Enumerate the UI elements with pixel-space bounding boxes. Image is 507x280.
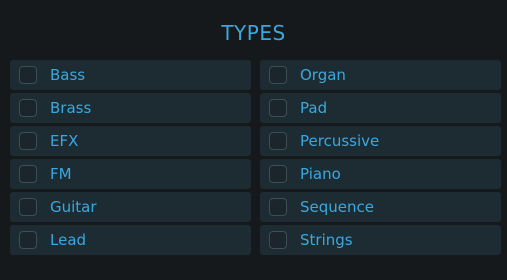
- type-item-brass[interactable]: Brass: [10, 93, 251, 123]
- checkbox[interactable]: [269, 99, 287, 117]
- type-label: Percussive: [300, 132, 380, 150]
- type-label: Bass: [50, 66, 86, 84]
- type-item-sequence[interactable]: Sequence: [260, 192, 501, 222]
- type-item-organ[interactable]: Organ: [260, 60, 501, 90]
- checkbox[interactable]: [19, 66, 37, 84]
- type-label: Piano: [300, 165, 341, 183]
- type-label: Organ: [300, 66, 346, 84]
- type-item-fm[interactable]: FM: [10, 159, 251, 189]
- type-label: Strings: [300, 231, 353, 249]
- types-grid: Bass Organ Brass Pad EFX Percussive FM P…: [10, 60, 501, 255]
- checkbox[interactable]: [269, 198, 287, 216]
- type-label: Guitar: [50, 198, 97, 216]
- types-panel: TYPES Bass Organ Brass Pad EFX Percussiv…: [0, 0, 507, 280]
- type-label: Brass: [50, 99, 92, 117]
- type-label: Sequence: [300, 198, 374, 216]
- type-item-bass[interactable]: Bass: [10, 60, 251, 90]
- checkbox[interactable]: [269, 165, 287, 183]
- checkbox[interactable]: [269, 132, 287, 150]
- checkbox[interactable]: [19, 198, 37, 216]
- type-item-lead[interactable]: Lead: [10, 225, 251, 255]
- type-item-strings[interactable]: Strings: [260, 225, 501, 255]
- checkbox[interactable]: [19, 99, 37, 117]
- checkbox[interactable]: [19, 165, 37, 183]
- type-label: EFX: [50, 132, 79, 150]
- type-item-guitar[interactable]: Guitar: [10, 192, 251, 222]
- type-label: FM: [50, 165, 72, 183]
- type-item-pad[interactable]: Pad: [260, 93, 501, 123]
- type-item-percussive[interactable]: Percussive: [260, 126, 501, 156]
- type-label: Lead: [50, 231, 87, 249]
- checkbox[interactable]: [19, 231, 37, 249]
- checkbox[interactable]: [19, 132, 37, 150]
- checkbox[interactable]: [269, 66, 287, 84]
- types-title: TYPES: [221, 21, 286, 45]
- type-item-piano[interactable]: Piano: [260, 159, 501, 189]
- type-item-efx[interactable]: EFX: [10, 126, 251, 156]
- checkbox[interactable]: [269, 231, 287, 249]
- type-label: Pad: [300, 99, 328, 117]
